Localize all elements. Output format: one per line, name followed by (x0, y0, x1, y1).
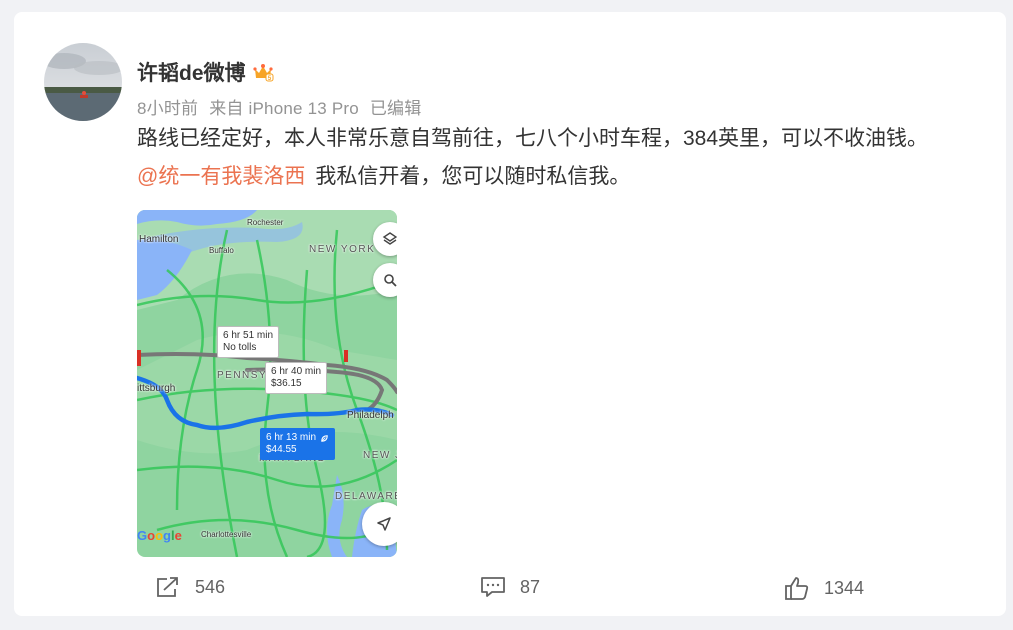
comment-icon (481, 577, 505, 597)
place-new-jersey: NEW J (363, 450, 397, 461)
leaf-icon (321, 434, 328, 442)
route-time: 6 hr 13 min (266, 432, 317, 443)
username-text[interactable]: 许韬de微博 (137, 57, 246, 87)
map-image[interactable]: Rochester Hamilton Buffalo NEW YORK itts… (137, 210, 397, 557)
repost-count: 546 (195, 576, 226, 597)
repost-button[interactable]: 546 (155, 575, 225, 599)
layers-icon (382, 232, 397, 245)
share-icon (157, 577, 178, 597)
place-buffalo: Buffalo (209, 246, 234, 255)
navigate-icon (377, 517, 391, 531)
search-icon (384, 274, 397, 287)
route-option-selected[interactable]: 6 hr 13 min $44.55 (260, 428, 336, 460)
route-time: 6 hr 40 min (271, 366, 322, 377)
route-option-toll[interactable]: 6 hr 40 min $36.15 (265, 362, 328, 394)
like-count: 1344 (824, 577, 865, 598)
avatar[interactable] (44, 43, 122, 121)
place-hamilton: Hamilton (139, 234, 179, 245)
place-pittsburgh: ittsburgh (137, 383, 176, 394)
thumbs-up-icon (785, 577, 809, 600)
post-source: 来自 iPhone 13 Pro (209, 99, 359, 118)
google-logo: Google (137, 528, 182, 543)
route-toll: $44.55 (266, 444, 297, 455)
post-meta: 8小时前 来自 iPhone 13 Pro 已编辑 (137, 94, 427, 119)
comment-count: 87 (520, 576, 541, 597)
post-text-line2: @统一有我裴洛西 我私信开着，您可以随时私信我。 (137, 164, 630, 190)
place-rochester: Rochester (247, 218, 284, 227)
place-new-york: NEW YORK (309, 244, 376, 255)
post-time[interactable]: 8小时前 (137, 99, 198, 118)
route-toll: $36.15 (271, 378, 302, 389)
place-charlottesville: Charlottesville (201, 530, 252, 539)
route-option-no-tolls[interactable]: 6 hr 51 min No tolls (217, 326, 280, 358)
place-delaware: DELAWARE (335, 491, 397, 502)
comment-button[interactable]: 87 (480, 575, 540, 599)
route-toll: No tolls (223, 342, 257, 353)
post-text-line1: 路线已经定好，本人非常乐意自驾前往，七八个小时车程，384英里，可以不收油钱。 (137, 127, 929, 150)
post-text-line2-body: 我私信开着，您可以随时私信我。 (315, 165, 631, 188)
place-philadelphia: Philadelph (347, 410, 394, 421)
like-button[interactable]: 1344 (784, 575, 864, 601)
username[interactable]: 许韬de微博 5 (137, 57, 274, 87)
vip-crown-icon[interactable]: 5 (252, 61, 274, 83)
route-time: 6 hr 51 min (223, 330, 274, 341)
post-edited[interactable]: 已编辑 (370, 99, 422, 118)
place-pennsylvania: PENNSY (217, 370, 268, 381)
mention-link[interactable]: @统一有我裴洛西 (137, 165, 305, 188)
